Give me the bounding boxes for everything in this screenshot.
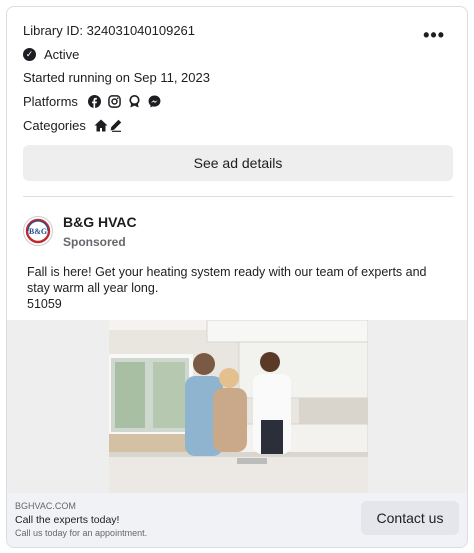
ad-image[interactable] [107,319,369,493]
status-row: ✓ Active [23,47,79,62]
divider [23,196,453,197]
started-running-text: Started running on Sep 11, 2023 [23,70,210,85]
library-id-text: Library ID: 324031040109261 [23,23,196,38]
ad-body-line: Fall is here! Get your heating system re… [27,265,427,295]
avatar-logo-text: B&G [28,226,48,236]
housing-icon [94,119,108,133]
contact-us-button[interactable]: Contact us [361,501,459,535]
library-id: Library ID: 324031040109261 [23,23,195,38]
categories-row: Categories [23,118,123,133]
ad-headline: Call the experts today! [15,514,120,526]
audience-network-icon [128,95,142,109]
platforms-row: Platforms [23,94,162,109]
more-options-icon[interactable]: ••• [423,25,445,46]
sponsored-label: Sponsored [63,235,126,249]
credit-icon [109,119,123,133]
categories-label: Categories [23,118,86,133]
ad-card: Library ID: 324031040109261 ••• ✓ Active… [6,6,468,548]
check-circle-icon: ✓ [23,48,36,61]
ad-description: Call us today for an appointment. [15,528,148,538]
ad-domain: BGHVAC.COM [15,501,76,511]
ad-body-text: Fall is here! Get your heating system re… [27,264,447,312]
messenger-icon [148,95,162,109]
ad-body-code: 51059 [27,297,62,311]
facebook-icon [88,95,102,109]
status-text: Active [44,47,80,62]
instagram-icon [108,95,122,109]
advertiser-name[interactable]: B&G HVAC [63,214,137,230]
see-ad-details-button[interactable]: See ad details [23,145,453,181]
started-running: Started running on Sep 11, 2023 [23,70,210,85]
platforms-label: Platforms [23,94,78,109]
advertiser-avatar[interactable]: B&G [23,216,53,246]
